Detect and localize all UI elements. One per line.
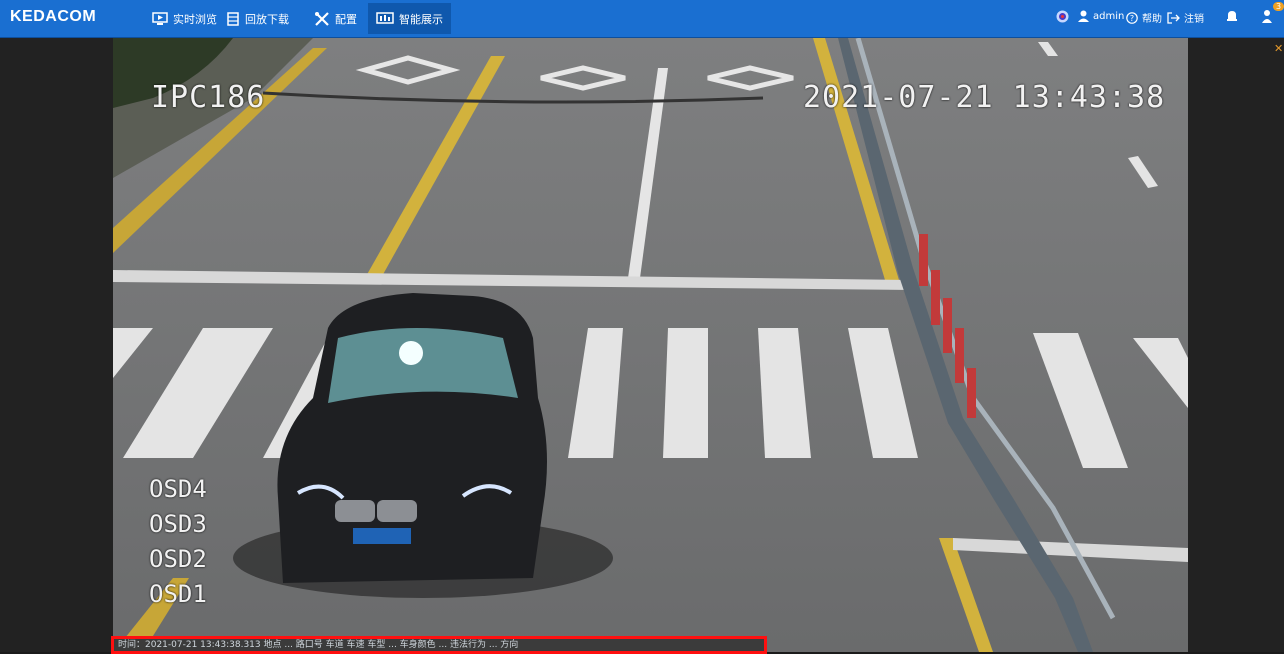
kedacom-logo: KEDACOM [10,8,97,25]
logout-button[interactable]: 注销 [1167,10,1204,25]
osd-line: OSD2 [149,545,207,573]
monitor-play-icon [152,11,168,25]
nav-smart-display[interactable]: 智能展示 [368,3,451,34]
person-alert-icon [1262,10,1272,23]
osd-lines: OSD4 OSD3 OSD2 OSD1 [149,472,207,612]
osd-camera-name: IPC186 [151,80,266,115]
osd-timestamp: 2021-07-21 13:43:38 [803,80,1166,115]
svg-text:?: ? [1130,14,1134,23]
nav-playback-label: 回放下载 [245,12,289,26]
logout-icon [1167,11,1180,24]
close-icon[interactable]: ✕ [1274,42,1283,55]
help-icon: ? [1126,11,1138,24]
vehicle-info-bar: 时间：2021-07-21 13:43:38.313 地点 ... 路口号 车道… [111,636,767,654]
username: admin [1093,10,1125,22]
notification-button[interactable]: 3 [1262,2,1284,23]
video-snapshot: IPC186 2021-07-21 13:43:38 OSD4 OSD3 OSD… [113,38,1188,652]
notification-badge: 3 [1273,2,1284,11]
osd-line: OSD4 [149,475,207,503]
smart-display-icon [376,11,394,24]
logout-label: 注销 [1184,14,1204,25]
user-icon [1078,10,1089,22]
nav-live-view[interactable]: 实时浏览 [148,8,221,29]
vehicle-info-text: 时间：2021-07-21 13:43:38.313 地点 ... 路口号 车道… [118,640,519,650]
osd-line: OSD1 [149,580,207,608]
nav-config-label: 配置 [335,12,357,26]
osd-line: OSD3 [149,510,207,538]
help-button[interactable]: ? 帮助 [1126,10,1162,25]
tools-icon [315,11,329,26]
nav-live-view-label: 实时浏览 [173,12,217,26]
road-scene [113,38,1188,652]
alarm-button[interactable] [1225,9,1239,23]
user-menu[interactable]: admin [1078,10,1124,22]
nav-smart-display-label: 智能展示 [399,12,443,26]
nav-config[interactable]: 配置 [310,8,361,29]
right-side-panel [1188,38,1284,652]
top-navigation-bar: KEDACOM 实时浏览 回放下载 配置 智能展示 admin ? 帮助 注销 … [0,0,1284,38]
film-icon [227,11,239,26]
bell-icon [1227,11,1237,21]
left-side-panel [0,38,113,652]
camera-status-button[interactable] [1056,10,1069,23]
help-label: 帮助 [1142,14,1162,25]
camera-lens-icon [1056,10,1069,23]
nav-playback-download[interactable]: 回放下载 [222,8,293,29]
